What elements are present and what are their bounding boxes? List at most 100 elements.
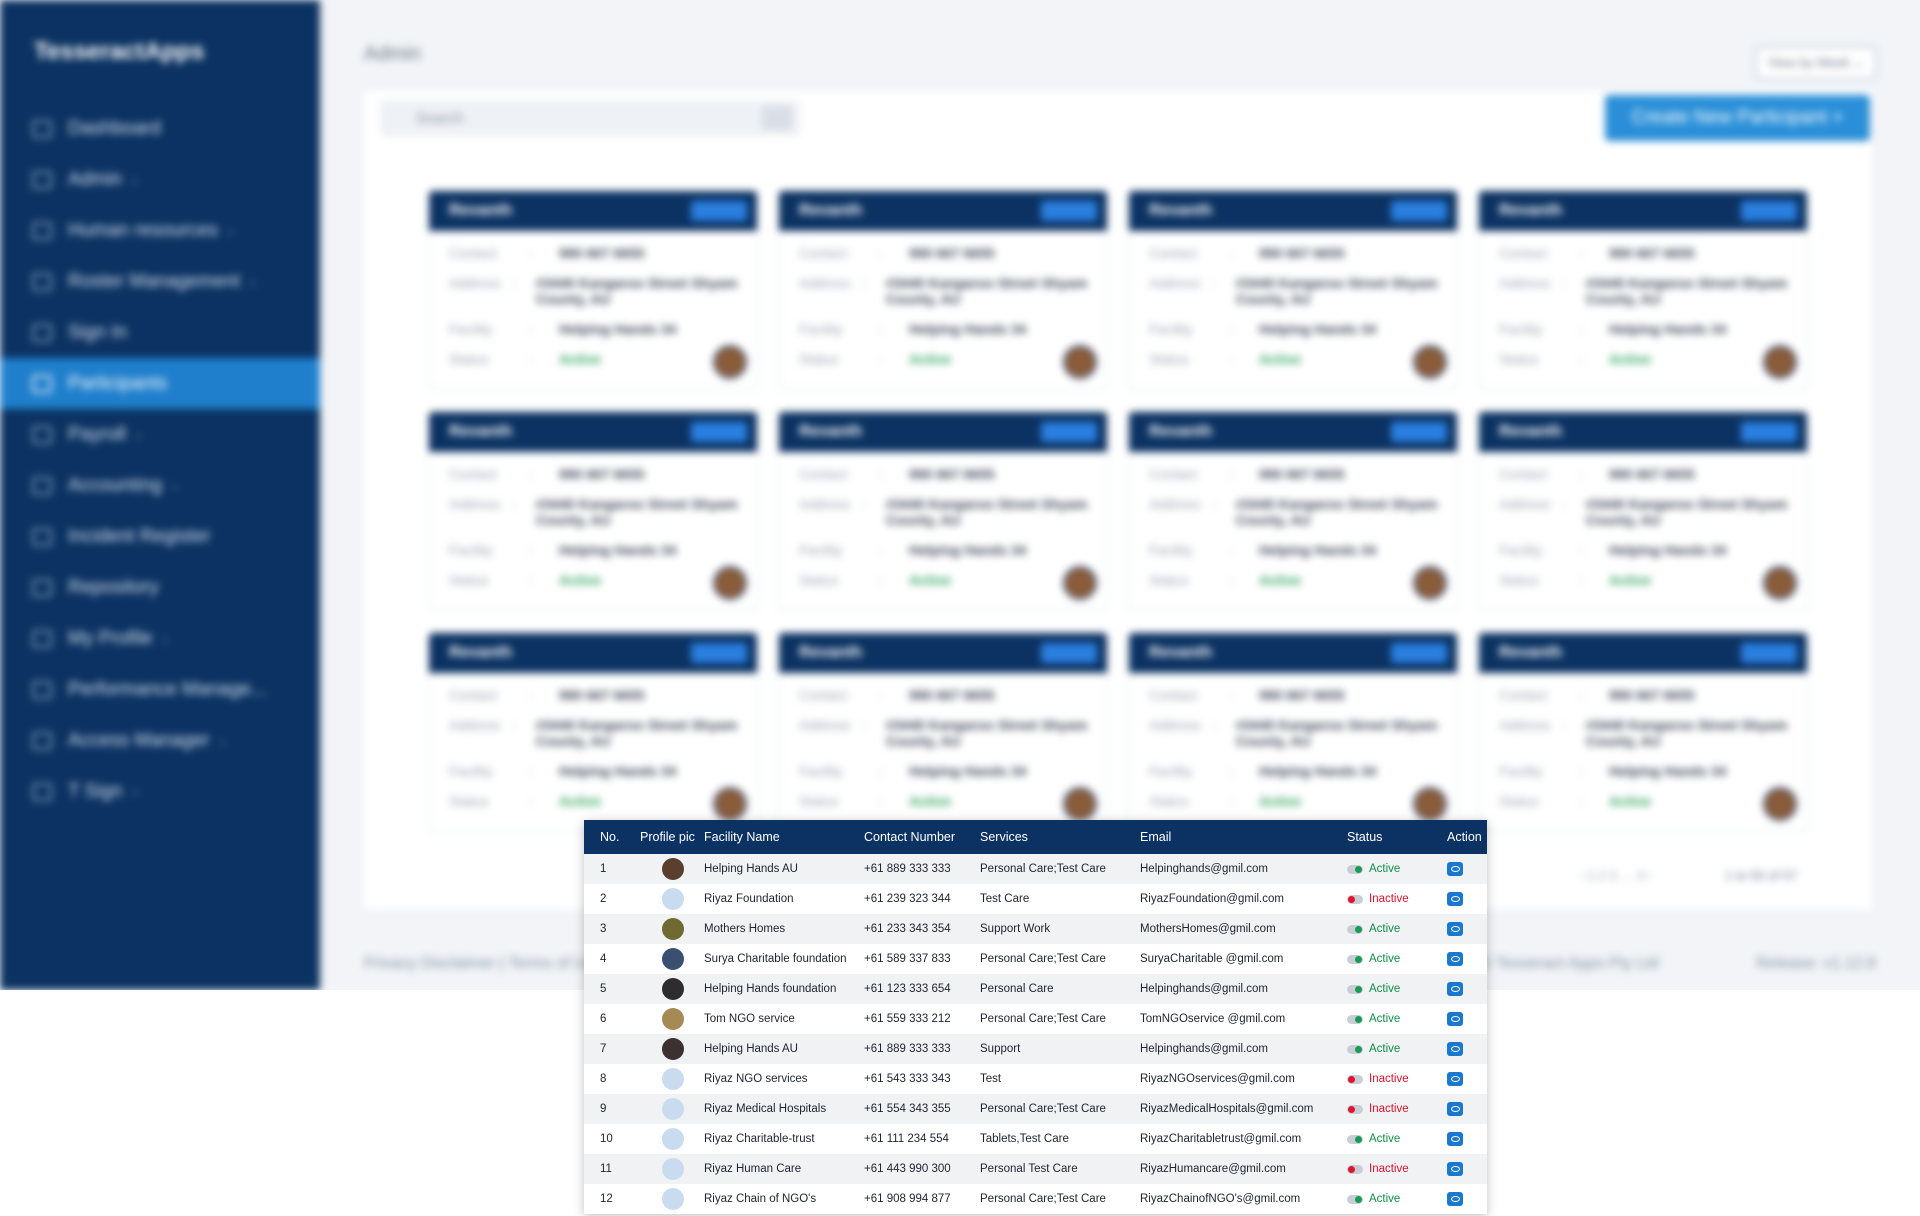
participant-card[interactable]: Revanth Contact:990 667 6655 Address: #3440… (428, 632, 758, 832)
create-participant-button[interactable]: Create New Participant + (1605, 95, 1870, 141)
participant-card[interactable]: Revanth Contact:990 667 6655 Address: #3440… (428, 411, 758, 611)
view-eye-icon[interactable] (1447, 1012, 1463, 1026)
sidebar-item-human-resources[interactable]: Human resources › (0, 205, 320, 256)
sidebar-item-payroll[interactable]: Payroll › (0, 409, 320, 460)
card-field-label: Contact (1499, 466, 1548, 482)
card-view-button[interactable] (1741, 643, 1797, 663)
sidebar-nav: Dashboard Admin › Human resources › Roster Ma… (0, 103, 320, 817)
sidebar-item-incident-register[interactable]: Incident Register (0, 511, 320, 562)
sidebar-item-roster-management[interactable]: Roster Management › (0, 256, 320, 307)
card-field-colon: : (879, 542, 883, 558)
search-input[interactable]: Search (380, 100, 800, 136)
participant-card[interactable]: Revanth Contact:990 667 6655 Address: #3440… (778, 632, 1108, 832)
table-row: 5 Helping Hands foundation +61 123 333 654… (584, 974, 1487, 1004)
footer-links[interactable]: Privacy Disclaimer | Terms of Use (364, 955, 603, 973)
search-filter-dropdown[interactable] (762, 106, 792, 130)
card-view-button[interactable] (1041, 643, 1097, 663)
participant-card[interactable]: Revanth Contact:990 667 6655 Address: #3440… (778, 190, 1108, 390)
card-view-button[interactable] (1041, 422, 1097, 442)
sidebar-item-admin[interactable]: Admin › (0, 154, 320, 205)
status-toggle[interactable] (1347, 1134, 1363, 1144)
card-name: Revanth (1149, 644, 1213, 661)
view-eye-icon[interactable] (1447, 1042, 1463, 1056)
view-eye-icon[interactable] (1447, 1192, 1463, 1206)
participant-card[interactable]: Revanth Contact:990 667 6655 Address: #3440… (1478, 411, 1808, 611)
card-view-button[interactable] (1391, 643, 1447, 663)
participant-card[interactable]: Revanth Contact:990 667 6655 Address: #3440… (1478, 632, 1808, 832)
card-view-button[interactable] (1741, 201, 1797, 221)
sidebar-item-sign-in[interactable]: Sign In (0, 307, 320, 358)
avatar (662, 918, 684, 940)
participant-card[interactable]: Revanth Contact:990 667 6655 Address: #3440… (1128, 411, 1458, 611)
view-by-week-dropdown[interactable]: View by Week ⌄ (1756, 47, 1876, 79)
email: RiyazHumancare@gmil.com (1140, 1163, 1286, 1175)
email: SuryaCharitable @gmil.com (1140, 953, 1284, 965)
card-field: Address: #3440 Kangaroo Street Shyam Coun… (1149, 496, 1457, 528)
card-view-button[interactable] (1041, 201, 1097, 221)
participant-card[interactable]: Revanth Contact:990 667 6655 Address: #3440… (1128, 632, 1458, 832)
nav-icon (32, 629, 52, 648)
status-toggle[interactable] (1347, 984, 1363, 994)
status-label: Active (1369, 1193, 1401, 1205)
participant-card[interactable]: Revanth Contact:990 667 6655 Address: #3440… (1128, 190, 1458, 390)
card-header: Revanth (1479, 412, 1807, 452)
facility-name: Mothers Homes (704, 923, 786, 935)
card-view-button[interactable] (1391, 422, 1447, 442)
card-field: Contact: 990 667 6655 (1499, 245, 1807, 261)
sidebar-item-my-profile[interactable]: My Profile › (0, 613, 320, 664)
sidebar-item-label: Human resources (68, 219, 218, 241)
status-label: Active (1369, 953, 1401, 965)
view-eye-icon[interactable] (1447, 1162, 1463, 1176)
card-field-value: 990 667 6655 (1259, 687, 1345, 703)
status-toggle[interactable] (1347, 924, 1363, 934)
status-toggle[interactable] (1347, 1164, 1363, 1174)
view-eye-icon[interactable] (1447, 922, 1463, 936)
card-field-value: Helping Hands 34 (1609, 763, 1727, 779)
card-view-button[interactable] (691, 422, 747, 442)
nav-icon (32, 782, 52, 801)
card-name: Revanth (449, 202, 513, 219)
status-cell: Inactive (1347, 1073, 1437, 1085)
chevron-right-icon: › (219, 732, 225, 749)
card-field-label: Contact (449, 245, 498, 261)
sidebar-item-accounting[interactable]: Accounting › (0, 460, 320, 511)
view-eye-icon[interactable] (1447, 952, 1463, 966)
email: RiyazMedicalHospitals@gmil.com (1140, 1103, 1314, 1115)
status-toggle[interactable] (1347, 1104, 1363, 1114)
view-eye-icon[interactable] (1447, 982, 1463, 996)
view-eye-icon[interactable] (1447, 862, 1463, 876)
status-toggle[interactable] (1347, 954, 1363, 964)
sidebar-item-performance-manage-[interactable]: Performance Manage... (0, 664, 320, 715)
status-toggle[interactable] (1347, 894, 1363, 904)
card-view-button[interactable] (691, 643, 747, 663)
pagination[interactable]: ‹ 1 2 3 … 4 › (1580, 868, 1652, 883)
sidebar-item-repository[interactable]: Repository (0, 562, 320, 613)
card-view-button[interactable] (1391, 201, 1447, 221)
participant-card[interactable]: Revanth Contact:990 667 6655 Address: #3440… (428, 190, 758, 390)
sidebar-item-dashboard[interactable]: Dashboard (0, 103, 320, 154)
card-view-button[interactable] (691, 201, 747, 221)
view-eye-icon[interactable] (1447, 892, 1463, 906)
card-field: Status: Active (799, 572, 1107, 588)
sidebar-item-t-sign[interactable]: T Sign › (0, 766, 320, 817)
status-toggle[interactable] (1347, 1074, 1363, 1084)
participant-card[interactable]: Revanth Contact:990 667 6655 Address: #3440… (1478, 190, 1808, 390)
avatar (662, 1128, 684, 1150)
status-toggle[interactable] (1347, 1014, 1363, 1024)
card-field-value: Helping Hands 34 (909, 763, 1027, 779)
sidebar-item-access-manager[interactable]: Access Manager › (0, 715, 320, 766)
view-eye-icon[interactable] (1447, 1102, 1463, 1116)
avatar (1763, 566, 1797, 600)
status-toggle[interactable] (1347, 864, 1363, 874)
card-field-label: Status (799, 793, 839, 809)
view-eye-icon[interactable] (1447, 1072, 1463, 1086)
sidebar-item-participants[interactable]: Participants (0, 358, 320, 409)
card-field-colon: : (879, 351, 883, 367)
card-view-button[interactable] (1741, 422, 1797, 442)
status-toggle[interactable] (1347, 1194, 1363, 1204)
status-toggle[interactable] (1347, 1044, 1363, 1054)
view-eye-icon[interactable] (1447, 1132, 1463, 1146)
avatar (1763, 787, 1797, 821)
card-field-label: Address (449, 496, 501, 512)
participant-card[interactable]: Revanth Contact:990 667 6655 Address: #3440… (778, 411, 1108, 611)
